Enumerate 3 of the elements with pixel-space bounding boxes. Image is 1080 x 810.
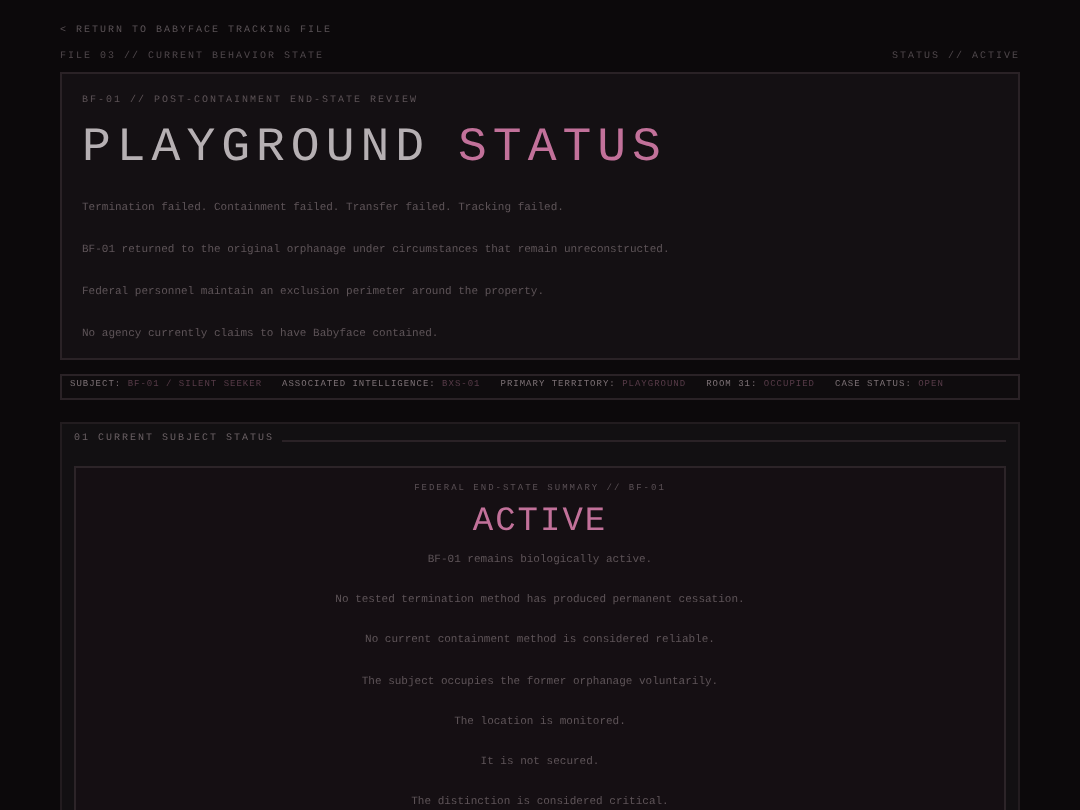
title-accent: STATUS [458,125,667,173]
title: PLAYGROUND [82,125,431,173]
status-value: ACTIVE [472,505,608,540]
